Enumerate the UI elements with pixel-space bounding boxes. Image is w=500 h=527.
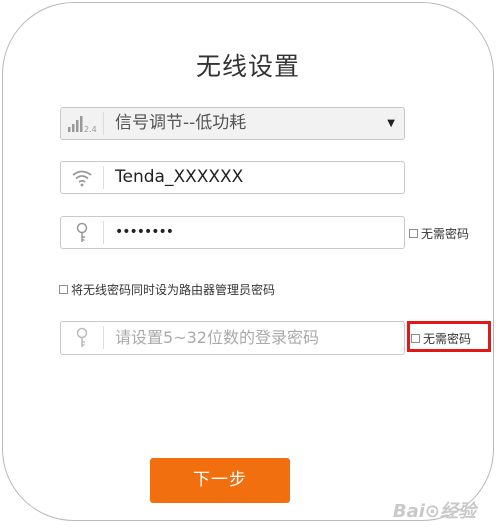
checkbox-label: 无需密码: [421, 227, 470, 241]
signal-bars-icon: 2.4: [61, 108, 103, 139]
ssid-input[interactable]: Tenda_XXXXXX: [60, 161, 405, 194]
watermark: Bai⊙经验: [392, 501, 476, 522]
checkbox-label: 将无线密码同时设为路由器管理员密码: [71, 283, 276, 297]
checkbox-box[interactable]: [59, 285, 68, 294]
field-separator: [103, 166, 104, 189]
ssid-value: Tenda_XXXXXX: [115, 167, 244, 187]
signal-strength-value: 信号调节--低功耗: [115, 113, 247, 133]
next-button[interactable]: 下一步: [150, 458, 290, 503]
sync-admin-password-checkbox[interactable]: 将无线密码同时设为路由器管理员密码: [59, 281, 275, 298]
setup-card: 无线设置 2.4 信号调节--低功耗 ▼ Tenda_XXXXXX ••••••…: [2, 2, 494, 521]
svg-text:2.4: 2.4: [84, 125, 97, 134]
page-title: 无线设置: [195, 52, 300, 81]
highlight-box: [407, 321, 491, 352]
field-separator: [103, 112, 104, 135]
key-icon: [61, 322, 103, 353]
signal-strength-select[interactable]: 2.4 信号调节--低功耗 ▼: [60, 107, 405, 140]
wifi-icon: [61, 162, 103, 193]
key-icon: [61, 217, 103, 248]
wifi-password-input[interactable]: ••••••••: [60, 216, 405, 249]
wifi-no-password-checkbox[interactable]: 无需密码: [409, 225, 469, 242]
dropdown-arrow-icon[interactable]: ▼: [387, 108, 395, 139]
checkbox-box[interactable]: [409, 229, 418, 238]
field-separator: [103, 221, 104, 244]
admin-password-placeholder: 请设置5~32位数的登录密码: [115, 328, 319, 347]
field-separator: [103, 326, 104, 349]
wifi-password-value: ••••••••: [115, 224, 174, 240]
admin-password-input[interactable]: 请设置5~32位数的登录密码: [60, 321, 405, 355]
